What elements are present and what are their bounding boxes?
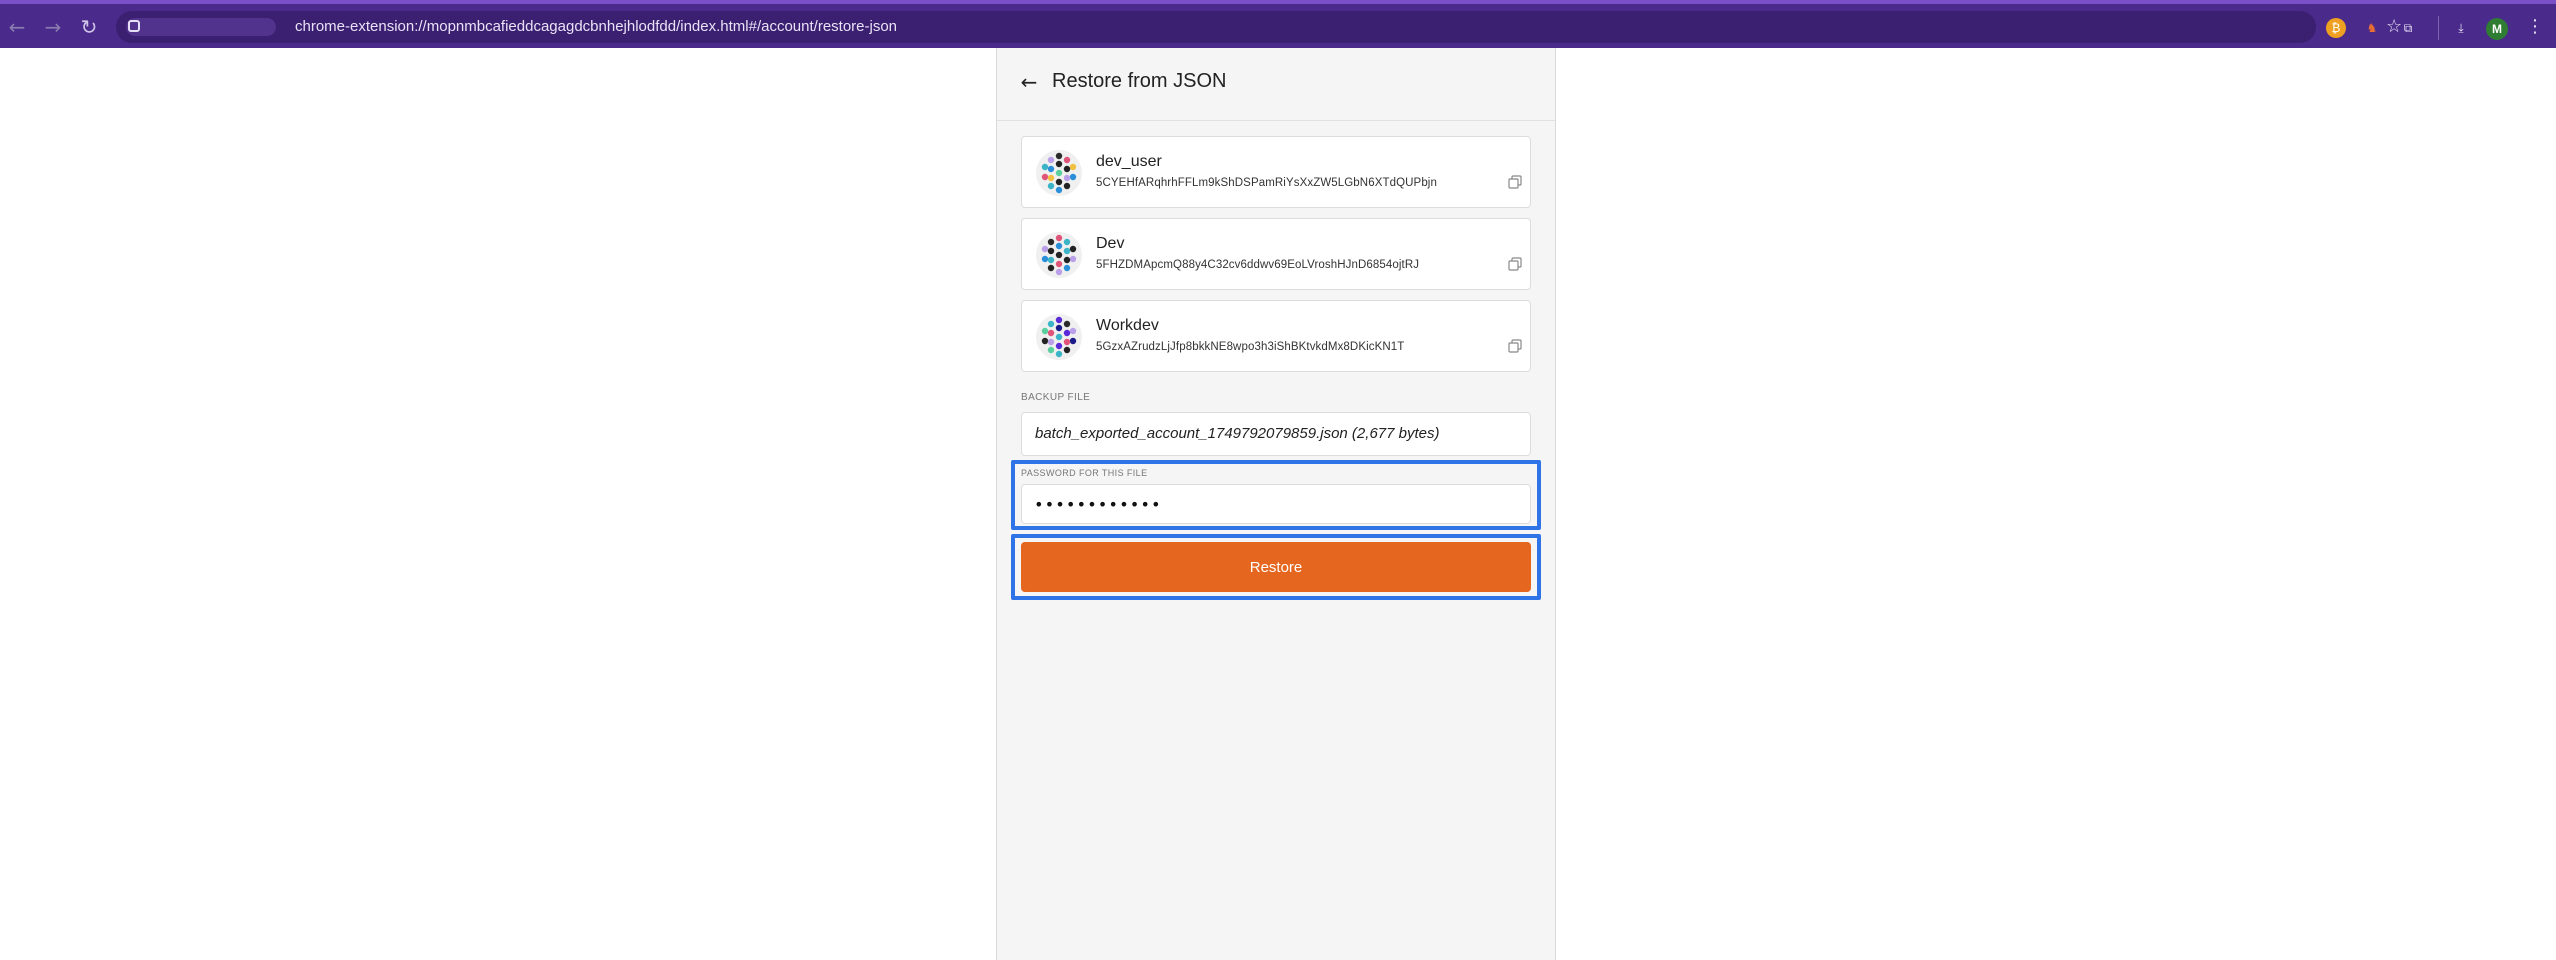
account-name: Workdev [1096, 317, 1159, 334]
extension-panel: ← Restore from JSON dev_user 5CYEHfARqhr… [996, 48, 1556, 960]
url-text[interactable]: chrome-extension://mopnmbcafieddcagagdcb… [295, 18, 897, 36]
browser-menu-icon[interactable]: ⋮ [2526, 16, 2544, 37]
password-label: PASSWORD FOR THIS FILE [1021, 468, 1148, 478]
copy-icon[interactable] [1508, 339, 1522, 353]
toolbar-divider [2438, 16, 2439, 40]
identicon-icon [1036, 314, 1082, 360]
page-header: ← Restore from JSON [997, 48, 1555, 121]
page-title: Restore from JSON [1052, 70, 1227, 92]
back-nav-icon[interactable]: ← [4, 14, 30, 40]
restore-button[interactable]: Restore [1021, 542, 1531, 592]
account-address: 5GzxAZrudzLjJfp8bkkNE8wpo3h3iShBKtvkdMx8… [1096, 341, 1405, 353]
extension-fox-icon[interactable]: ♞ [2362, 18, 2382, 38]
extension-site-icon [128, 20, 140, 32]
back-arrow-icon[interactable]: ← [1017, 70, 1041, 94]
account-address: 5CYEHfARqhrhFFLm9kShDSPamRiYsXxZW5LGbN6X… [1096, 177, 1437, 189]
identicon-icon [1036, 232, 1082, 278]
backup-file-info: batch_exported_account_1749792079859.jso… [1035, 425, 1440, 442]
backup-file-picker[interactable]: batch_exported_account_1749792079859.jso… [1021, 412, 1531, 456]
account-card-dev: Dev 5FHZDMApcmQ88y4C32cv6ddwv69EoLVroshH… [1021, 218, 1531, 290]
browser-toolbar: ← → ↻ chrome-extension://mopnmbcafieddca… [0, 0, 2556, 48]
account-address: 5FHZDMApcmQ88y4C32cv6ddwv69EoLVroshHJnD6… [1096, 259, 1420, 271]
account-name: dev_user [1096, 153, 1162, 170]
site-info-chip[interactable] [126, 18, 276, 36]
password-input[interactable] [1021, 484, 1531, 524]
account-name: Dev [1096, 235, 1125, 252]
download-icon[interactable]: ⤓ [2451, 18, 2471, 38]
reload-icon[interactable]: ↻ [76, 14, 102, 40]
extensions-puzzle-icon[interactable]: ⧉ [2398, 18, 2418, 38]
address-bar[interactable]: chrome-extension://mopnmbcafieddcagagdcb… [116, 11, 2402, 43]
extension-orange-icon[interactable]: ₿ [2326, 18, 2346, 38]
identicon-icon [1036, 150, 1082, 196]
forward-nav-icon[interactable]: → [40, 14, 66, 40]
backup-file-label: BACKUP FILE [1021, 392, 1091, 403]
copy-icon[interactable] [1508, 175, 1522, 189]
account-card-workdev: Workdev 5GzxAZrudzLjJfp8bkkNE8wpo3h3iShB… [1021, 300, 1531, 372]
account-card-dev-user: dev_user 5CYEHfARqhrhFFLm9kShDSPamRiYsXx… [1021, 136, 1531, 208]
copy-icon[interactable] [1508, 257, 1522, 271]
profile-avatar[interactable]: M [2486, 18, 2508, 40]
